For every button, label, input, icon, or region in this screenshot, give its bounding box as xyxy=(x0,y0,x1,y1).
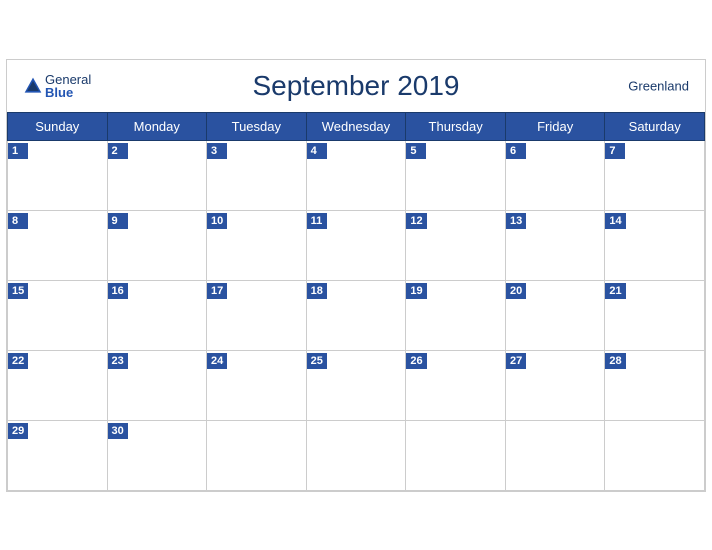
date-number: 3 xyxy=(207,143,227,159)
calendar-cell: 16 xyxy=(107,280,207,350)
calendar-week-row: 29 30 xyxy=(8,420,705,490)
calendar-cell: 17 xyxy=(207,280,307,350)
date-number: 24 xyxy=(207,353,227,369)
calendar-cell: 4 xyxy=(306,140,406,210)
date-number: 30 xyxy=(108,423,128,439)
date-number: 4 xyxy=(307,143,327,159)
calendar-cell: 3 xyxy=(207,140,307,210)
date-number: 26 xyxy=(406,353,426,369)
calendar-cell: 11 xyxy=(306,210,406,280)
date-number: 21 xyxy=(605,283,625,299)
calendar-cell: 29 xyxy=(8,420,108,490)
calendar-cell: 21 xyxy=(605,280,705,350)
calendar-cell: 30 xyxy=(107,420,207,490)
date-number: 16 xyxy=(108,283,128,299)
calendar-cell: 9 xyxy=(107,210,207,280)
calendar-cell: 1 xyxy=(8,140,108,210)
logo-text-blue: Blue xyxy=(45,86,91,99)
calendar-cell: 6 xyxy=(505,140,604,210)
calendar-cell xyxy=(505,420,604,490)
calendar-container: General Blue September 2019 Greenland Su… xyxy=(6,59,706,492)
header-saturday: Saturday xyxy=(605,112,705,140)
header-friday: Friday xyxy=(505,112,604,140)
calendar-cell: 25 xyxy=(306,350,406,420)
calendar-cell xyxy=(406,420,506,490)
date-number: 14 xyxy=(605,213,625,229)
date-number: 12 xyxy=(406,213,426,229)
calendar-cell xyxy=(306,420,406,490)
date-number: 23 xyxy=(108,353,128,369)
calendar-cell: 27 xyxy=(505,350,604,420)
date-number: 13 xyxy=(506,213,526,229)
date-number: 18 xyxy=(307,283,327,299)
date-number: 9 xyxy=(108,213,128,229)
date-number: 17 xyxy=(207,283,227,299)
calendar-cell: 12 xyxy=(406,210,506,280)
date-number: 27 xyxy=(506,353,526,369)
date-number: 25 xyxy=(307,353,327,369)
date-number: 20 xyxy=(506,283,526,299)
header-monday: Monday xyxy=(107,112,207,140)
header-wednesday: Wednesday xyxy=(306,112,406,140)
date-number: 5 xyxy=(406,143,426,159)
calendar-week-row: 22 23 24 25 26 27 28 xyxy=(8,350,705,420)
calendar-cell: 10 xyxy=(207,210,307,280)
calendar-cell: 26 xyxy=(406,350,506,420)
date-number: 1 xyxy=(8,143,28,159)
calendar-cell: 19 xyxy=(406,280,506,350)
date-number: 19 xyxy=(406,283,426,299)
calendar-cell: 15 xyxy=(8,280,108,350)
date-number: 22 xyxy=(8,353,28,369)
calendar-week-row: 8 9 10 11 12 13 14 xyxy=(8,210,705,280)
date-number: 11 xyxy=(307,213,327,229)
calendar-cell: 7 xyxy=(605,140,705,210)
date-number: 6 xyxy=(506,143,526,159)
calendar-cell xyxy=(207,420,307,490)
calendar-cell: 13 xyxy=(505,210,604,280)
calendar-cell: 5 xyxy=(406,140,506,210)
calendar-week-row: 1 2 3 4 5 6 7 xyxy=(8,140,705,210)
header-sunday: Sunday xyxy=(8,112,108,140)
calendar-cell: 8 xyxy=(8,210,108,280)
calendar-cell: 28 xyxy=(605,350,705,420)
calendar-title: September 2019 xyxy=(252,70,459,102)
logo-icon xyxy=(23,76,43,96)
date-number: 15 xyxy=(8,283,28,299)
header-tuesday: Tuesday xyxy=(207,112,307,140)
logo-area: General Blue xyxy=(23,73,91,99)
calendar-cell: 24 xyxy=(207,350,307,420)
date-number: 2 xyxy=(108,143,128,159)
calendar-grid: Sunday Monday Tuesday Wednesday Thursday… xyxy=(7,112,705,491)
calendar-cell xyxy=(605,420,705,490)
calendar-week-row: 15 16 17 18 19 20 21 xyxy=(8,280,705,350)
calendar-header: General Blue September 2019 Greenland xyxy=(7,60,705,112)
calendar-cell: 14 xyxy=(605,210,705,280)
days-header-row: Sunday Monday Tuesday Wednesday Thursday… xyxy=(8,112,705,140)
date-number: 10 xyxy=(207,213,227,229)
region-label: Greenland xyxy=(628,78,689,93)
calendar-cell: 20 xyxy=(505,280,604,350)
date-number: 8 xyxy=(8,213,28,229)
date-number: 7 xyxy=(605,143,625,159)
calendar-cell: 2 xyxy=(107,140,207,210)
calendar-cell: 18 xyxy=(306,280,406,350)
calendar-cell: 23 xyxy=(107,350,207,420)
header-thursday: Thursday xyxy=(406,112,506,140)
date-number: 28 xyxy=(605,353,625,369)
date-number: 29 xyxy=(8,423,28,439)
calendar-cell: 22 xyxy=(8,350,108,420)
